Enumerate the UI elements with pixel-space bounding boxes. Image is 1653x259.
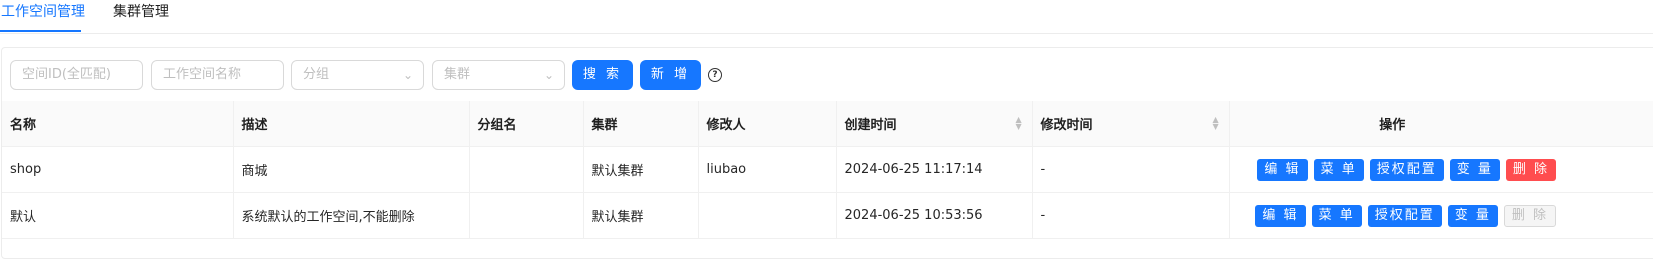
column-header-cluster: 集群 [583, 101, 699, 147]
cell-actions: 编 辑菜 单授权配置变 量删 除 [1229, 146, 1653, 193]
cell-modifier [698, 192, 837, 239]
column-header-name: 名称 [2, 101, 234, 147]
table-header-row: 名称 描述 分组名 集群 修改人 创建时间 ▲ ▼ 修改时间 ▲ ▼ 操作 [2, 101, 1653, 147]
search-button[interactable]: 搜 索 [572, 60, 633, 90]
tab-bar: 工作空间管理 集群管理 [0, 0, 1653, 34]
column-header-modified[interactable]: 修改时间 ▲ ▼ [1032, 101, 1230, 147]
column-header-created-label: 创建时间 [844, 118, 897, 133]
space-id-input[interactable] [22, 62, 131, 88]
table-row: 默认 系统默认的工作空间,不能删除 默认集群 2024-06-25 10:53:… [2, 192, 1653, 239]
space-id-field[interactable] [10, 60, 143, 90]
column-header-modified-label: 修改时间 [1040, 118, 1093, 133]
space-name-input[interactable] [163, 62, 272, 88]
variable-button[interactable]: 变 量 [1449, 158, 1500, 181]
cell-group [469, 146, 584, 193]
cell-modified: - [1032, 146, 1230, 193]
cell-description: 系统默认的工作空间,不能删除 [233, 192, 470, 239]
cell-cluster: 默认集群 [583, 192, 699, 239]
cell-created: 2024-06-25 11:17:14 [836, 146, 1033, 193]
group-select-placeholder: 分组 [303, 67, 330, 82]
delete-button-disabled[interactable]: 删 除 [1503, 204, 1556, 227]
tab-workspace-management[interactable]: 工作空间管理 [1, 2, 85, 22]
cell-description: 商城 [233, 146, 470, 193]
menu-button[interactable]: 菜 单 [1311, 204, 1362, 227]
group-select[interactable]: 分组 ⌄ [291, 60, 424, 90]
table-row: shop 商城 默认集群 liubao 2024-06-25 11:17:14 … [2, 146, 1653, 193]
space-name-field[interactable] [151, 60, 284, 90]
cluster-select[interactable]: 集群 ⌄ [432, 60, 565, 90]
column-header-created[interactable]: 创建时间 ▲ ▼ [836, 101, 1033, 147]
column-header-group: 分组名 [469, 101, 584, 147]
column-header-modifier: 修改人 [698, 101, 837, 147]
cell-modifier: liubao [698, 146, 837, 193]
cell-name: 默认 [2, 192, 234, 239]
cell-name: shop [2, 146, 234, 193]
help-icon[interactable]: ? [708, 68, 722, 82]
sort-icon[interactable]: ▲ ▼ [1016, 116, 1024, 131]
variable-button[interactable]: 变 量 [1447, 204, 1498, 227]
cell-created: 2024-06-25 10:53:56 [836, 192, 1033, 239]
auth-config-button[interactable]: 授权配置 [1367, 204, 1442, 227]
workspace-table: 名称 描述 分组名 集群 修改人 创建时间 ▲ ▼ 修改时间 ▲ ▼ 操作 shop… [2, 101, 1653, 239]
cell-group [469, 192, 584, 239]
column-header-description: 描述 [233, 101, 470, 147]
active-tab-indicator [0, 30, 81, 32]
cluster-select-placeholder: 集群 [444, 67, 471, 82]
edit-button[interactable]: 编 辑 [1255, 204, 1306, 227]
sort-icon[interactable]: ▲ ▼ [1213, 116, 1221, 131]
auth-config-button[interactable]: 授权配置 [1369, 158, 1444, 181]
add-button[interactable]: 新 增 [640, 60, 701, 90]
edit-button[interactable]: 编 辑 [1257, 158, 1308, 181]
delete-button[interactable]: 删 除 [1505, 158, 1556, 181]
tab-cluster-management[interactable]: 集群管理 [113, 2, 169, 22]
chevron-down-icon: ⌄ [402, 68, 413, 82]
menu-button[interactable]: 菜 单 [1313, 158, 1364, 181]
column-header-actions: 操作 [1229, 101, 1653, 147]
chevron-down-icon: ⌄ [543, 68, 554, 82]
cell-actions: 编 辑菜 单授权配置变 量删 除 [1229, 192, 1653, 239]
cell-modified: - [1032, 192, 1230, 239]
cell-cluster: 默认集群 [583, 146, 699, 193]
